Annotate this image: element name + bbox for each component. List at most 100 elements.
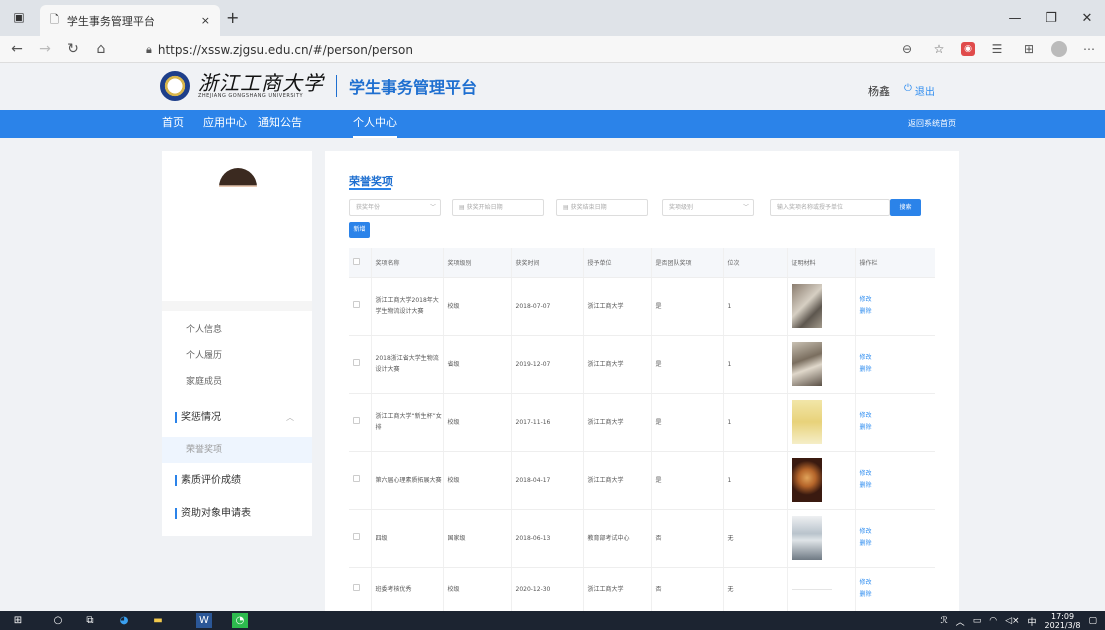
delete-link[interactable]: 删除 <box>860 306 936 318</box>
select-all-checkbox[interactable] <box>349 248 371 278</box>
cell-ops: 修改 删除 <box>854 451 936 510</box>
back-icon[interactable]: ← <box>6 38 28 60</box>
zoom-icon[interactable]: ⊖ <box>897 39 917 59</box>
row-checkbox[interactable] <box>349 451 371 510</box>
username: 杨鑫 <box>868 85 890 98</box>
home-icon[interactable]: ⌂ <box>90 38 112 60</box>
sidebar-group-rewards[interactable]: 奖惩情况 ︿ <box>162 405 312 431</box>
row-checkbox[interactable] <box>349 335 371 394</box>
sidebar-item-family[interactable]: 家庭成员 <box>162 369 312 395</box>
section-title: 荣誉奖项 <box>349 175 393 188</box>
more-icon[interactable]: ⋯ <box>1079 39 1099 59</box>
back-home-link[interactable]: 返回系统首页 <box>908 118 956 129</box>
end-date-placeholder: 获奖结束日期 <box>570 204 607 211</box>
file-explorer-icon[interactable]: ▬ <box>150 613 166 628</box>
network-icon[interactable]: ◠ <box>989 616 997 626</box>
favorites-icon[interactable]: ☰ <box>987 39 1007 59</box>
cell-org: 教育部考试中心 <box>582 509 651 568</box>
row-checkbox[interactable] <box>349 393 371 452</box>
cell-rank: 1 <box>722 451 787 510</box>
nav-notices[interactable]: 通知公告 <box>258 110 302 138</box>
edit-link[interactable]: 修改 <box>860 294 936 306</box>
end-date-picker[interactable]: ▤ 获奖结束日期 <box>556 199 648 216</box>
cell-name: 第六届心理素质拓展大赛 <box>370 451 443 510</box>
url-field[interactable]: 🔒︎ https://xssw.zjgsu.edu.cn/#/person/pe… <box>146 39 836 60</box>
volume-icon[interactable]: ◁× <box>1005 616 1019 626</box>
nav-personal-center[interactable]: 个人中心 <box>353 110 397 138</box>
windows-start-icon[interactable]: ⊞ <box>10 613 26 628</box>
school-name: 浙江工商大学 <box>198 71 324 95</box>
logout-label: 退出 <box>914 87 935 98</box>
year-select[interactable]: 获奖年份 ﹀ <box>349 199 441 216</box>
col-header-level: 奖项级别 <box>442 248 511 278</box>
group-indicator <box>175 474 177 486</box>
row-checkbox[interactable] <box>349 509 371 568</box>
proof-thumbnail[interactable] <box>791 342 822 386</box>
extension-icon[interactable]: ◉ <box>961 42 975 56</box>
ime-indicator[interactable]: 中 <box>1028 615 1037 628</box>
clock[interactable]: 17:09 2021/3/8 <box>1045 612 1081 630</box>
nav-app-center[interactable]: 应用中心 <box>203 110 247 138</box>
nav-home[interactable]: 首页 <box>162 110 184 138</box>
collections-icon[interactable]: ⊞ <box>1019 39 1039 59</box>
tab-close-icon[interactable]: × <box>201 14 210 27</box>
forward-icon[interactable]: → <box>34 38 56 60</box>
edit-link[interactable]: 修改 <box>860 468 936 480</box>
delete-link[interactable]: 删除 <box>860 538 936 550</box>
minimize-icon[interactable]: — <box>997 0 1033 36</box>
proof-thumbnail[interactable] <box>791 400 822 444</box>
delete-link[interactable]: 删除 <box>860 480 936 492</box>
refresh-icon[interactable]: ↻ <box>62 38 84 60</box>
edit-link[interactable]: 修改 <box>860 526 936 538</box>
proof-empty <box>791 588 832 590</box>
keyword-input[interactable]: 输入奖项名称或授予单位 <box>770 199 890 216</box>
new-tab-button[interactable]: + <box>226 8 239 27</box>
sidebar-item-label: 荣誉奖项 <box>186 445 223 455</box>
start-date-picker[interactable]: ▤ 获奖开始日期 <box>452 199 544 216</box>
proof-thumbnail[interactable] <box>791 458 822 502</box>
tab-actions-icon[interactable]: ▣ <box>8 6 30 28</box>
proof-thumbnail[interactable] <box>791 516 822 560</box>
edit-link[interactable]: 修改 <box>860 352 936 364</box>
browser-tab[interactable]: 🗋 学生事务管理平台 × <box>40 5 220 36</box>
edge-icon[interactable]: ◕ <box>116 613 132 628</box>
sidebar-item-resume[interactable]: 个人履历 <box>162 343 312 369</box>
delete-link[interactable]: 删除 <box>860 422 936 434</box>
cell-org: 浙江工商大学 <box>582 393 651 452</box>
restore-icon[interactable]: ❐ <box>1033 0 1069 36</box>
cell-rank: 1 <box>722 277 787 336</box>
wechat-icon[interactable]: ◔ <box>232 613 248 628</box>
sidebar-group-quality-eval[interactable]: 素质评价成绩 <box>162 468 312 494</box>
notification-icon[interactable]: ▢ <box>1088 616 1097 626</box>
cell-rank: 1 <box>722 393 787 452</box>
lock-icon[interactable]: 🔒︎ <box>146 43 152 57</box>
delete-link[interactable]: 删除 <box>860 589 936 601</box>
word-icon[interactable]: W <box>196 613 212 628</box>
edit-link[interactable]: 修改 <box>860 410 936 422</box>
people-icon[interactable]: ℛ <box>940 616 947 626</box>
profile-icon[interactable] <box>1051 41 1067 57</box>
delete-link[interactable]: 删除 <box>860 364 936 376</box>
search-button[interactable]: 搜索 <box>890 199 921 216</box>
search-icon[interactable]: ○ <box>50 613 66 628</box>
sidebar-item-personal-info[interactable]: 个人信息 <box>162 317 312 343</box>
logout-button[interactable]: ⏻ 退出 <box>904 83 935 98</box>
close-window-icon[interactable]: ✕ <box>1069 0 1105 36</box>
task-view-icon[interactable]: ⧉ <box>82 613 98 628</box>
cell-date: 2017-11-16 <box>510 393 583 452</box>
battery-icon[interactable]: ▭ <box>973 616 982 626</box>
url-text[interactable]: https://xssw.zjgsu.edu.cn/#/person/perso… <box>158 43 413 57</box>
tray-expand-icon[interactable]: ︿ <box>956 615 965 628</box>
table-row: 四级 国家级 2018-06-13 教育部考试中心 否 无 修改 删除 <box>349 509 936 568</box>
sidebar-group-aid-application[interactable]: 资助对象申请表 <box>162 501 312 527</box>
sidebar-item-honors[interactable]: 荣誉奖项 <box>162 437 312 463</box>
edit-link[interactable]: 修改 <box>860 577 936 589</box>
keyword-placeholder: 输入奖项名称或授予单位 <box>777 204 844 211</box>
proof-thumbnail[interactable] <box>791 284 822 328</box>
row-checkbox[interactable] <box>349 567 371 611</box>
school-logo[interactable]: 浙江工商大学 ZHEJIANG GONGSHANG UNIVERSITY 学生事… <box>160 71 477 101</box>
add-button[interactable]: 新增 <box>349 222 370 238</box>
favorite-star-icon[interactable]: ☆ <box>929 39 949 59</box>
row-checkbox[interactable] <box>349 277 371 336</box>
level-select[interactable]: 奖项级别 ﹀ <box>662 199 754 216</box>
